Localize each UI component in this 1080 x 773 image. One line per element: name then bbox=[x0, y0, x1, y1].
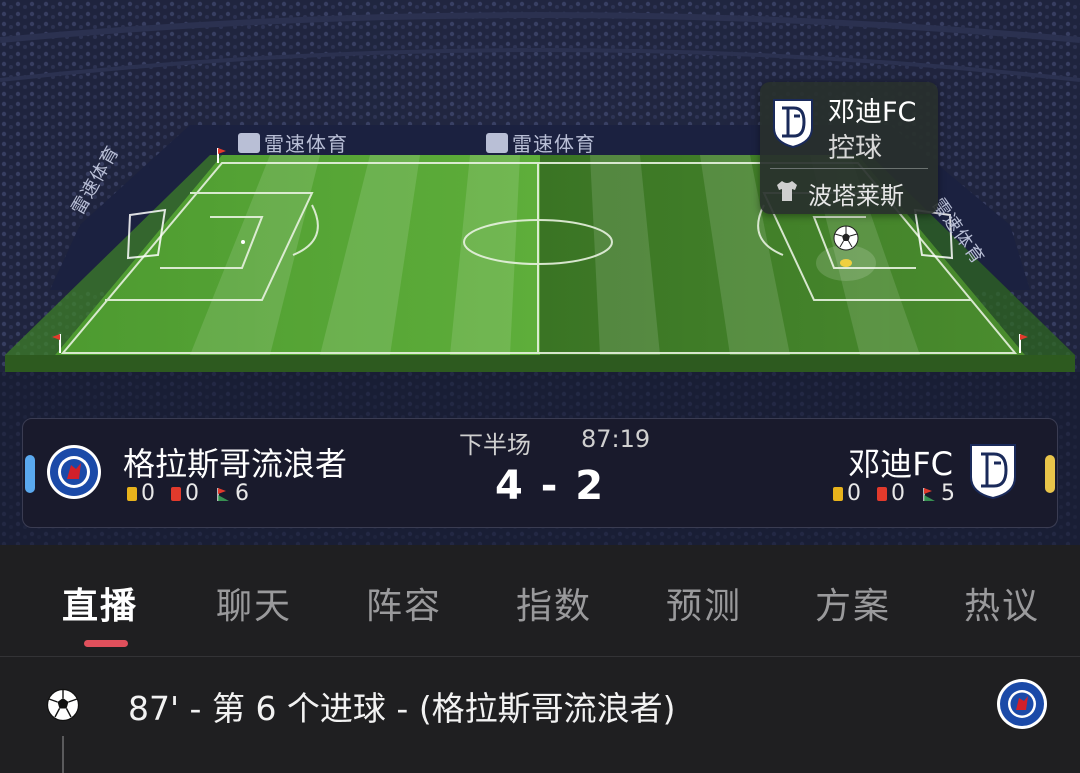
home-team-name[interactable]: 格拉斯哥流浪者 bbox=[123, 439, 347, 485]
possession-player: 波塔莱斯 bbox=[808, 182, 904, 210]
tab-plans[interactable]: 方案 bbox=[815, 577, 891, 629]
away-yellow-cards: 0 bbox=[833, 481, 861, 506]
home-yellow-cards: 0 bbox=[127, 481, 155, 506]
tab-chat[interactable]: 聊天 bbox=[216, 577, 292, 629]
rangers-crest-icon[interactable] bbox=[45, 443, 103, 501]
sponsor-text: 雷速体育 bbox=[512, 132, 596, 156]
away-corners: 5 bbox=[921, 481, 955, 506]
home-corners: 6 bbox=[215, 481, 249, 506]
divider bbox=[770, 168, 928, 169]
timeline-line bbox=[62, 736, 64, 773]
ball-position-icon bbox=[833, 225, 859, 251]
possession-state: 控球 bbox=[828, 133, 882, 164]
away-yellow-count: 0 bbox=[847, 481, 861, 506]
tab-odds[interactable]: 指数 bbox=[516, 577, 592, 629]
tab-prediction[interactable]: 预测 bbox=[666, 577, 742, 629]
tab-lineup[interactable]: 阵容 bbox=[366, 577, 442, 629]
possession-card: 邓迪FC 控球 波塔莱斯 bbox=[760, 82, 938, 214]
corner-flag-icon bbox=[923, 487, 935, 501]
away-red-cards: 0 bbox=[877, 481, 905, 506]
away-color-bar bbox=[1045, 455, 1055, 493]
away-team-name[interactable]: 邓迪FC bbox=[848, 439, 953, 485]
match-score: 4 - 2 bbox=[495, 463, 606, 509]
home-red-cards: 0 bbox=[171, 481, 199, 506]
match-live-screen: 雷速体育 雷速体育 雷速体育 雷速体育 邓迪FC 控球 波塔莱斯 格拉斯哥流浪者… bbox=[0, 0, 1080, 773]
away-red-count: 0 bbox=[891, 481, 905, 506]
shirt-icon bbox=[777, 181, 797, 201]
corner-flag-icon bbox=[217, 487, 229, 501]
soccer-ball-icon bbox=[46, 688, 80, 722]
home-color-bar bbox=[25, 455, 35, 493]
event-list-item[interactable]: 87' - 第 6 个进球 - (格拉斯哥流浪者) bbox=[0, 658, 1080, 773]
score-panel: 格拉斯哥流浪者 0 0 6 下半场 87:19 4 - 2 邓迪FC 0 0 5 bbox=[22, 418, 1058, 528]
sponsor-logo-icon bbox=[238, 132, 260, 153]
home-stats: 0 0 6 bbox=[127, 481, 249, 506]
home-corner-count: 6 bbox=[235, 481, 249, 506]
red-card-icon bbox=[171, 486, 181, 501]
red-card-icon bbox=[877, 486, 887, 501]
yellow-card-icon bbox=[833, 486, 843, 501]
sponsor-text: 雷速体育 bbox=[264, 132, 348, 156]
rangers-crest-icon bbox=[997, 679, 1047, 729]
sponsor-logo-icon bbox=[486, 132, 508, 153]
tab-discussion[interactable]: 热议 bbox=[964, 577, 1040, 629]
event-description: 87' - 第 6 个进球 - (格拉斯哥流浪者) bbox=[128, 689, 676, 728]
sponsor-banner: 雷速体育 bbox=[486, 128, 596, 157]
active-tab-indicator bbox=[84, 640, 128, 647]
away-corner-count: 5 bbox=[941, 481, 955, 506]
match-period: 下半场 bbox=[459, 431, 531, 459]
home-yellow-count: 0 bbox=[141, 481, 155, 506]
possession-team-name: 邓迪FC bbox=[828, 97, 917, 128]
tab-live[interactable]: 直播 bbox=[62, 577, 138, 629]
dundee-crest-icon bbox=[773, 99, 813, 148]
away-stats: 0 0 5 bbox=[833, 481, 955, 506]
sponsor-banner: 雷速体育 bbox=[238, 128, 348, 157]
dundee-crest-icon[interactable] bbox=[969, 443, 1017, 499]
home-red-count: 0 bbox=[185, 481, 199, 506]
match-clock: 87:19 bbox=[581, 425, 651, 453]
yellow-card-icon bbox=[127, 486, 137, 501]
pitch-view: 雷速体育 雷速体育 雷速体育 雷速体育 邓迪FC 控球 波塔莱斯 格拉斯哥流浪者… bbox=[0, 0, 1080, 545]
tab-bar: 直播 聊天 阵容 指数 预测 方案 热议 bbox=[0, 545, 1080, 657]
